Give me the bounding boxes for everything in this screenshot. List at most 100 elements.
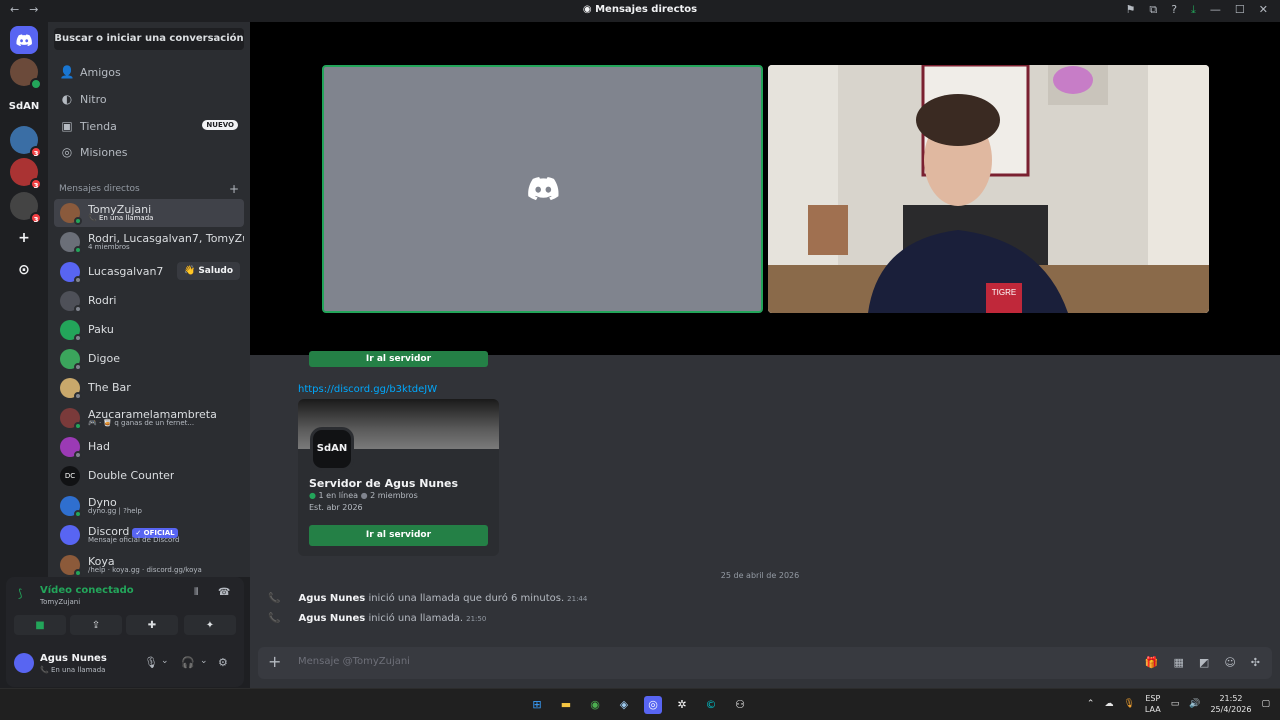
dm-item-group[interactable]: Rodri, Lucasgalvan7, TomyZujani4 miembro… <box>54 228 244 256</box>
signal-icon[interactable]: ⟆ <box>18 587 22 600</box>
inbox-icon[interactable]: ⚑ <box>1125 3 1135 17</box>
avatar[interactable] <box>14 653 34 673</box>
discover-icon[interactable]: ⊙ <box>10 256 38 284</box>
emoji-icon[interactable]: ☺ <box>1224 656 1235 669</box>
server-icon-2[interactable]: 3 <box>10 126 42 158</box>
dm-item-digoe[interactable]: Digoe <box>54 345 244 373</box>
notifications-icon[interactable]: ▢ <box>1261 699 1270 709</box>
close-button[interactable]: ✕ <box>1259 3 1268 17</box>
wave-button[interactable]: 👋 Saludo <box>176 262 240 280</box>
dm-item-had[interactable]: Had <box>54 433 244 461</box>
server-invite-card: SdAN Servidor de Agus Nunes ● 1 en línea… <box>298 399 499 556</box>
server-sdan[interactable]: SdAN <box>9 92 39 120</box>
minimize-button[interactable]: — <box>1210 3 1221 17</box>
call-message: 📞 Agus Nunes inició una llamada que duró … <box>268 593 588 604</box>
screen-share-button[interactable]: ⇪ <box>70 615 122 635</box>
help-icon[interactable]: ? <box>1171 3 1177 17</box>
popout-icon[interactable]: ⧉ <box>1149 3 1157 17</box>
go-to-server-button[interactable]: Ir al servidor <box>309 351 488 367</box>
disconnect-icon[interactable]: ☎ <box>218 587 230 598</box>
file-explorer-icon[interactable]: ▬ <box>557 696 575 714</box>
noise-suppression-icon[interactable]: ⦀ <box>194 587 198 598</box>
dm-item-azucaramelamambreta[interactable]: Azucaramelamambreta 🎮 · 🥃 q ganas de un f… <box>54 404 244 432</box>
phone-icon: 📞 <box>268 593 281 604</box>
avatar <box>60 262 82 284</box>
chevron-down-icon[interactable]: ⌄ <box>200 656 208 666</box>
server-icon: SdAN <box>310 427 354 471</box>
taskbar: ⊞ ▬ ◉ ◈ ◎ ✲ © ⚇ ⌃ ☁ 🎙 ESP LAA ▭ 🔊 21:52 25… <box>0 688 1280 720</box>
discord-taskbar-icon[interactable]: ◎ <box>644 696 662 714</box>
microphone-icon[interactable]: 🎙 <box>144 656 158 669</box>
nav-amigos[interactable]: 👤 Amigos <box>54 60 244 84</box>
download-icon[interactable]: ⤓ <box>1191 3 1196 17</box>
discord-logo-icon <box>527 177 559 201</box>
server-stats: ● 1 en línea ● 2 miembros <box>309 491 418 500</box>
chatgpt-icon[interactable]: ✲ <box>673 696 691 714</box>
voice-status: Vídeo conectado <box>40 585 134 596</box>
app-icon[interactable]: ⚇ <box>731 696 749 714</box>
status-badge <box>30 78 42 90</box>
avatar <box>60 203 82 225</box>
chevron-up-icon[interactable]: ⌃ <box>1087 699 1095 709</box>
maximize-button[interactable]: ☐ <box>1235 3 1245 17</box>
video-tile-self[interactable] <box>322 65 763 313</box>
message-input[interactable]: Mensaje @TomyZujani <box>298 656 410 667</box>
avatar <box>60 378 82 400</box>
activities-button[interactable]: ✚ <box>126 615 178 635</box>
gift-icon[interactable]: 🎁 <box>1145 656 1159 669</box>
nav-misiones[interactable]: ◎ Misiones <box>54 140 244 164</box>
chevron-down-icon[interactable]: ⌄ <box>161 656 169 666</box>
avatar <box>60 232 82 254</box>
headphones-icon[interactable]: 🎧 <box>181 656 195 669</box>
chrome-icon[interactable]: ◉ <box>586 696 604 714</box>
network-icon[interactable]: ▭ <box>1171 699 1180 709</box>
microphone-tray-icon[interactable]: 🎙 <box>1123 699 1134 709</box>
notification-badge: 3 <box>30 212 42 224</box>
dm-item-lucasgalvan7[interactable]: Lucasgalvan7 👋 Saludo <box>54 258 244 286</box>
steam-icon[interactable]: ◈ <box>615 696 633 714</box>
join-server-button[interactable]: Ir al servidor <box>309 525 488 546</box>
gif-icon[interactable]: ▦ <box>1174 656 1184 669</box>
clock[interactable]: 21:52 25/4/2026 <box>1210 693 1251 715</box>
avatar <box>60 408 82 430</box>
invite-link[interactable]: https://discord.gg/b3ktdeJW <box>298 384 437 395</box>
server-icon-3[interactable]: 3 <box>10 158 42 190</box>
video-call-area: TIGRE <box>250 22 1280 355</box>
message-composer[interactable]: + Mensaje @TomyZujani 🎁 ▦ ◩ ☺ ✣ <box>258 647 1272 679</box>
video-tile-participant[interactable]: TIGRE <box>768 65 1209 313</box>
volume-icon[interactable]: 🔊 <box>1189 699 1200 709</box>
sticker-icon[interactable]: ◩ <box>1199 656 1209 669</box>
create-dm-button[interactable]: + <box>229 182 239 196</box>
dm-item-discord[interactable]: Discord ✓ OFICIAL Mensaje oficial de Disco… <box>54 521 244 549</box>
windows-start-icon[interactable]: ⊞ <box>528 696 546 714</box>
server-icon-avatar[interactable] <box>10 58 42 90</box>
soundboard-button[interactable]: ✦ <box>184 615 236 635</box>
dm-item-dyno[interactable]: Dyno dyno.gg | ?help <box>54 492 244 520</box>
gear-icon[interactable]: ⚙ <box>218 656 228 669</box>
date-divider: 25 de abril de 2026 <box>720 571 800 580</box>
attach-plus-icon[interactable]: + <box>268 652 281 671</box>
friends-icon: 👤 <box>59 65 75 79</box>
add-server-icon[interactable]: + <box>10 224 38 252</box>
new-badge: NUEVO <box>202 120 238 130</box>
user-panel: Agus Nunes 📞 En una llamada 🎙 ⌄ 🎧 ⌄ ⚙ <box>6 641 244 687</box>
apps-icon[interactable]: ✣ <box>1251 656 1260 669</box>
dm-item-thebar[interactable]: The Bar <box>54 374 244 402</box>
camera-button[interactable]: ■ <box>14 615 66 635</box>
server-icon-4[interactable]: 3 <box>10 192 42 224</box>
home-discord-button[interactable] <box>10 26 38 54</box>
dm-item-paku[interactable]: Paku <box>54 316 244 344</box>
dm-item-tomyzujani[interactable]: TomyZujani 📞 En una llamada <box>54 199 244 227</box>
nav-nitro[interactable]: ◐ Nitro <box>54 87 244 111</box>
dm-item-doublecounter[interactable]: DC Double Counter <box>54 462 244 490</box>
nav-tienda[interactable]: ▣ Tienda NUEVO <box>54 114 244 138</box>
canva-icon[interactable]: © <box>702 696 720 714</box>
call-message: 📞 Agus Nunes inició una llamada. 21:50 <box>268 613 487 624</box>
language-indicator[interactable]: ESP LAA <box>1145 693 1161 715</box>
chat-area: Ir al servidor https://discord.gg/b3ktde… <box>250 351 1280 688</box>
dm-item-koya[interactable]: Koya/help · koya.gg · discord.gg/koya <box>54 551 244 577</box>
search-conversation-button[interactable]: Buscar o iniciar una conversación <box>54 28 244 50</box>
avatar: DC <box>60 466 80 486</box>
onedrive-icon[interactable]: ☁ <box>1104 699 1113 709</box>
dm-item-rodri[interactable]: Rodri <box>54 287 244 315</box>
